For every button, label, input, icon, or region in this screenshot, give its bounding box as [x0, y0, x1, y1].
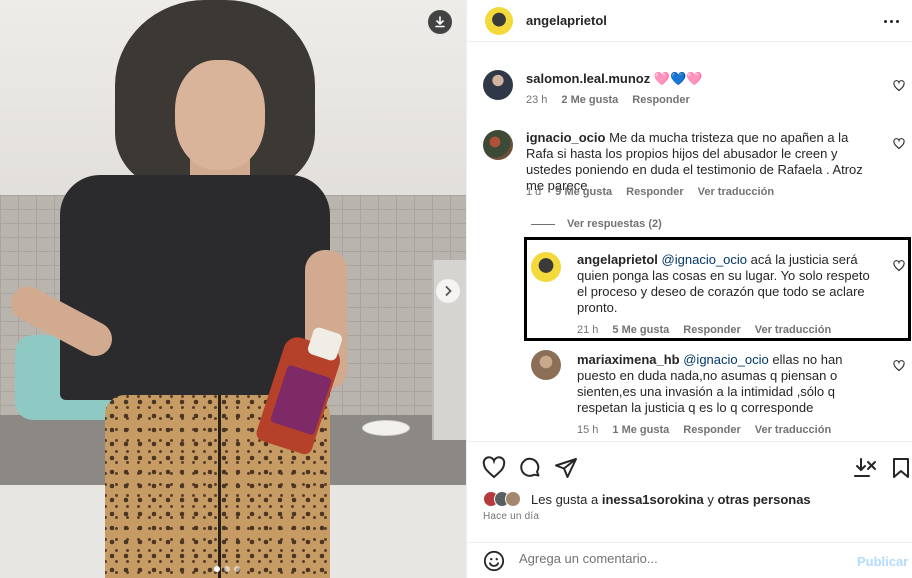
avatar[interactable]	[483, 70, 513, 100]
carousel-dot	[224, 566, 230, 572]
translate-button[interactable]: Ver traducción	[755, 324, 831, 336]
likes-prefix: Les gusta a	[531, 491, 602, 507]
comment-likes[interactable]: 1 Me gusta	[612, 424, 669, 436]
likers-avatars	[483, 491, 521, 507]
header-username[interactable]: angelaprietol	[526, 13, 607, 28]
comment-input[interactable]	[519, 551, 839, 566]
avatar[interactable]	[485, 7, 513, 35]
comment-meta: 1 d 9 Me gusta Responder Ver traducción	[526, 186, 774, 198]
heart-icon[interactable]	[893, 138, 905, 150]
post-sidebar: angelaprietol salomon.leal.munoz 🩷💙🩷 23 …	[466, 0, 912, 578]
heart-icon[interactable]	[893, 260, 905, 272]
share-icon[interactable]	[554, 456, 578, 480]
avatar[interactable]	[483, 130, 513, 160]
reply-button[interactable]: Responder	[626, 186, 683, 198]
comment-time[interactable]: 15 h	[577, 424, 598, 436]
post-header: angelaprietol	[467, 0, 912, 42]
comment-time[interactable]: 21 h	[577, 324, 598, 336]
comment-username[interactable]: ignacio_ocio	[526, 130, 605, 145]
comment-meta: 15 h 1 Me gusta Responder Ver traducción	[577, 424, 831, 436]
reply-button[interactable]: Responder	[683, 324, 740, 336]
likes-summary[interactable]: Les gusta a inessa1sorokina y otras pers…	[483, 491, 811, 507]
comment-text: 🩷💙🩷	[653, 71, 703, 86]
view-replies-button[interactable]: Ver respuestas (2)	[531, 218, 662, 230]
mention-link[interactable]: @ignacio_ocio	[662, 252, 747, 267]
carousel-dot	[234, 566, 240, 572]
comment-item: ignacio_ocio Me da mucha tristeza que no…	[467, 128, 912, 204]
carousel-dot	[214, 566, 220, 572]
comment-time[interactable]: 1 d	[526, 186, 541, 198]
reply-button[interactable]: Responder	[683, 424, 740, 436]
heart-icon[interactable]	[893, 80, 905, 92]
view-replies-label: Ver respuestas (2)	[567, 218, 662, 230]
comment-likes[interactable]: 9 Me gusta	[555, 186, 612, 198]
comment-meta: 21 h 5 Me gusta Responder Ver traducción	[577, 324, 831, 336]
more-icon	[883, 19, 887, 23]
likes-others[interactable]: otras personas	[717, 492, 810, 507]
person-face	[175, 60, 265, 170]
comment-meta: 23 h 2 Me gusta Responder	[526, 94, 690, 106]
publish-button[interactable]: Publicar	[857, 554, 908, 569]
comment-username[interactable]: mariaximena_hb	[577, 352, 680, 367]
reply-button[interactable]: Responder	[632, 94, 689, 106]
mention-link[interactable]: @ignacio_ocio	[683, 352, 768, 367]
reply-item: mariaximena_hb @ignacio_ocio ellas no ha…	[467, 350, 912, 438]
reply-item: angelaprietol @ignacio_ocio acá la justi…	[467, 250, 912, 338]
comment-item: salomon.leal.munoz 🩷💙🩷 23 h 2 Me gusta R…	[467, 68, 912, 110]
post-time[interactable]: Hace un día	[483, 511, 539, 522]
plate	[362, 420, 410, 436]
download-icon	[435, 16, 445, 28]
comment-username[interactable]: salomon.leal.munoz	[526, 71, 650, 86]
emoji-icon[interactable]	[483, 550, 505, 572]
heart-icon[interactable]	[893, 360, 905, 372]
action-bar	[467, 441, 912, 491]
download-button[interactable]	[428, 10, 452, 34]
translate-button[interactable]: Ver traducción	[755, 424, 831, 436]
avatar[interactable]	[531, 350, 561, 380]
avatar[interactable]	[531, 252, 561, 282]
comment-likes[interactable]: 2 Me gusta	[561, 94, 618, 106]
translate-button[interactable]: Ver traducción	[698, 186, 774, 198]
likes-user[interactable]: inessa1sorokina	[602, 492, 704, 507]
heart-icon[interactable]	[482, 456, 506, 480]
post-image[interactable]	[0, 0, 466, 578]
comment-icon[interactable]	[518, 456, 542, 480]
more-options-button[interactable]	[881, 13, 901, 29]
add-comment-bar: Publicar	[467, 542, 912, 578]
likes-middle: y	[703, 491, 718, 507]
comment-time[interactable]: 23 h	[526, 94, 547, 106]
comment-username[interactable]: angelaprietol	[577, 252, 658, 267]
comment-likes[interactable]: 5 Me gusta	[612, 324, 669, 336]
leggings-zipper	[218, 395, 221, 578]
save-icon[interactable]	[889, 456, 912, 480]
download-icon[interactable]	[853, 456, 877, 480]
carousel-dots	[214, 566, 240, 572]
next-image-button[interactable]	[436, 279, 460, 303]
chevron-right-icon	[445, 286, 452, 296]
avatar	[505, 491, 521, 507]
divider	[531, 223, 555, 225]
